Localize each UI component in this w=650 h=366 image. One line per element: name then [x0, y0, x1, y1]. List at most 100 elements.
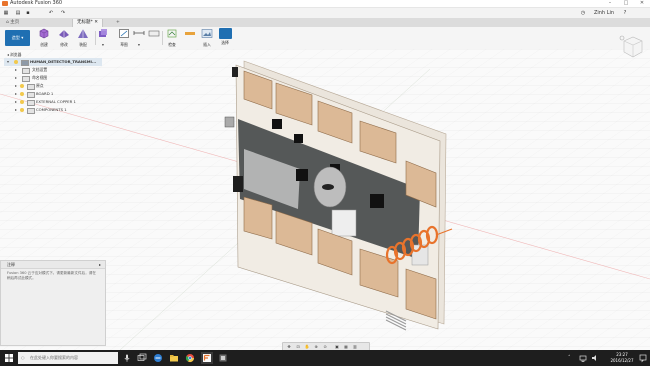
task-view-icon[interactable] [137, 353, 147, 363]
title-bar: Autodesk Fusion 360 – □ ✕ [0, 0, 650, 8]
plane-tool[interactable] [148, 28, 160, 41]
component-label: ▾ [102, 42, 104, 47]
tab-home[interactable]: ⌂ 主页 [2, 19, 23, 27]
browser-item-document-settings[interactable]: ▸ 文档设置 [12, 66, 110, 74]
ic-chip [370, 194, 384, 208]
document-tab-bar: ⌂ 主页 无标题* ✕ + [0, 18, 650, 27]
insert-label: 插入 [203, 42, 211, 47]
modify-menu[interactable]: 修改 [55, 28, 73, 48]
push-button [233, 176, 243, 192]
windows-taskbar: ○ 在此处键入你要搜索的内容 ˄ 23:27 2016/12/27 [0, 350, 650, 366]
expand-arrow-icon[interactable]: ▸ [15, 90, 17, 98]
browser-item-label: COMPONENTS 1 [36, 107, 67, 112]
save-icon[interactable]: ▪ [24, 9, 32, 17]
file-explorer-icon[interactable] [169, 353, 179, 363]
comments-title: 注释 [7, 262, 15, 267]
measure-tool[interactable]: ▾ [133, 28, 145, 47]
windows-start-icon[interactable] [4, 353, 14, 363]
assemble-icon [78, 29, 88, 38]
browser-item-named-views[interactable]: ▸ 命名视图 [12, 74, 110, 82]
browser-root-item[interactable]: ▾ HUMAN_DETECTOR_TRANSMI... [4, 58, 102, 66]
expand-arrow-icon[interactable]: ▸ [15, 98, 17, 106]
home-view-icon[interactable] [619, 35, 625, 41]
expand-arrow-icon[interactable]: ▸ [15, 74, 17, 82]
insert-menu[interactable]: 插入 [200, 28, 214, 48]
browser-item-external-copper[interactable]: ▸ EXTERNAL COPPER 1 [12, 98, 110, 106]
assemble-menu[interactable]: 装配 [74, 28, 92, 48]
clock-date: 2016/12/27 [610, 357, 634, 363]
make-tool[interactable] [183, 28, 197, 41]
expand-arrow-icon[interactable]: ▾ [7, 58, 9, 66]
help-icon[interactable]: ? [620, 9, 630, 17]
browser-panel: ◂ 浏览器 ▾ HUMAN_DETECTOR_TRANSMI... ▸ 文档设置… [4, 51, 102, 117]
minimize-button[interactable]: – [602, 0, 618, 7]
expand-arrow-icon[interactable]: ▸ [15, 106, 17, 114]
fusion-taskbar-icon[interactable] [201, 352, 213, 364]
modify-icon [59, 30, 69, 38]
inspect-icon [167, 29, 177, 38]
chrome-icon[interactable] [185, 353, 195, 363]
data-panel-icon[interactable]: ▦ [2, 9, 10, 17]
browser-item-label: EXTERNAL COPPER 1 [36, 99, 76, 104]
edge-browser-icon[interactable] [153, 353, 163, 363]
relay-block [331, 209, 357, 237]
browser-item-components[interactable]: ▸ COMPONENTS 1 [12, 106, 110, 114]
file-menu-icon[interactable]: ▤ [13, 9, 23, 17]
taskbar-search-box[interactable]: ○ 在此处键入你要搜索的内容 [18, 352, 118, 364]
browser-item-origin[interactable]: ▸ 原点 [12, 82, 110, 90]
notifications-icon[interactable] [638, 353, 648, 363]
expand-arrow-icon[interactable]: ▸ [15, 66, 17, 74]
maximize-button[interactable]: □ [618, 0, 634, 7]
new-tab-button[interactable]: + [112, 19, 124, 27]
modify-label: 修改 [60, 42, 68, 47]
visibility-bulb-icon[interactable] [20, 84, 24, 88]
tab-untitled[interactable]: 无标题* ✕ [72, 19, 103, 27]
fusion-app-icon [2, 1, 8, 6]
microphone-icon[interactable] [122, 353, 132, 363]
workspace-switcher[interactable]: 造型 ▾ [5, 30, 30, 46]
app-taskbar-icon[interactable] [218, 353, 228, 363]
inspect-menu[interactable]: 检查 [164, 28, 180, 48]
redo-icon[interactable]: ↷ [58, 9, 68, 17]
sketch-icon [119, 29, 129, 38]
assemble-label: 装配 [79, 42, 87, 47]
search-icon: ○ [21, 355, 25, 360]
ic-chip [294, 134, 303, 143]
close-button[interactable]: ✕ [634, 0, 650, 7]
tab-close-icon[interactable]: ✕ [94, 20, 98, 25]
visibility-bulb-icon[interactable] [20, 100, 24, 104]
visibility-bulb-icon[interactable] [20, 108, 24, 112]
sketch-label: 草图 [120, 42, 128, 47]
create-menu[interactable]: 创建 [35, 28, 53, 48]
ribbon-toolbar: 造型 ▾ 创建 修改 装配 ▾ 草图 ▾ 检查 插入 选择 [0, 27, 650, 50]
make-icon [185, 32, 195, 35]
volume-icon[interactable] [590, 353, 600, 363]
browser-item-label: 命名视图 [32, 75, 48, 80]
ic-chip [296, 169, 308, 181]
undo-icon[interactable]: ↶ [46, 9, 56, 17]
construct-plane-icon [148, 30, 160, 37]
ic-chip [272, 119, 282, 129]
expand-arrow-icon[interactable]: ▸ [15, 82, 17, 90]
browser-item-board[interactable]: ▸ BOARD 1 [12, 90, 110, 98]
browser-item-label: HUMAN_DETECTOR_TRANSMI... [30, 59, 97, 64]
tray-arrow-icon[interactable]: ˄ [568, 353, 578, 363]
activity-icon[interactable]: ◷ [578, 9, 588, 17]
pir-sensor-window [322, 184, 334, 190]
component-tool[interactable]: ▾ [97, 28, 109, 47]
tab-home-label: 主页 [10, 20, 20, 25]
user-account-menu[interactable]: Zinh Lin [592, 9, 616, 17]
create-box-icon [39, 28, 49, 39]
view-cube[interactable] [618, 33, 646, 61]
component-icon [27, 108, 35, 114]
select-icon [218, 28, 232, 39]
taskbar-clock[interactable]: 23:27 2016/12/27 [607, 352, 637, 363]
sketch-menu[interactable]: 草图 [117, 28, 131, 48]
visibility-bulb-icon[interactable] [20, 92, 24, 96]
toolbar-divider [162, 31, 163, 45]
collapse-comments-icon[interactable]: ▸ [99, 261, 101, 268]
measure-icon [133, 31, 145, 35]
network-icon[interactable] [578, 353, 588, 363]
visibility-bulb-icon[interactable] [14, 60, 18, 64]
select-menu[interactable]: 选择 [217, 28, 233, 46]
